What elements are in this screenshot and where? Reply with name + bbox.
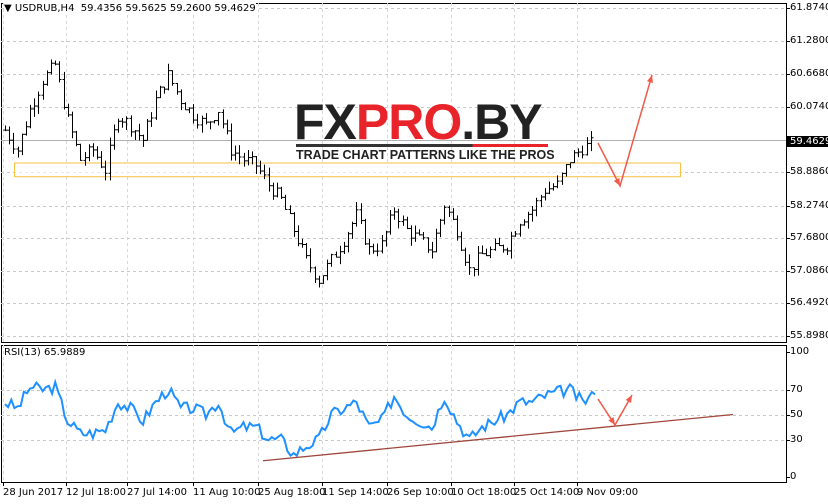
price-tick-label: 56.4920 [790,296,828,308]
time-tick-label: 27 Jul 14:00 [127,487,187,498]
rsi-tick-label: 50 [790,408,803,420]
chart-title[interactable]: ▼ USDRUB,H4 59.4356 59.5625 59.2600 59.4… [4,3,256,14]
price-tick-label: 61.8740 [790,1,828,13]
time-tick-label: 11 Aug 10:00 [193,487,261,498]
price-tick-label: 58.2740 [790,199,828,211]
logo-text-by: .BY [461,94,542,150]
time-tick-label: 12 Jul 18:00 [66,487,126,498]
current-price-label: 59.4629 [787,136,828,147]
price-tick-label: 57.0860 [790,264,828,276]
rsi-tick-label: 70 [790,383,803,395]
time-tick-label: 10 Oct 18:00 [451,487,517,498]
price-tick-label: 55.8980 [790,329,828,341]
logo-tagline: TRADE CHART PATTERNS LIKE THE PROS [296,148,555,162]
chart-canvas [1,3,790,486]
time-tick-label: 25 Oct 14:00 [514,487,580,498]
rsi-panel-frame [1,345,787,483]
price-tick-label: 57.6800 [790,231,828,243]
time-tick-label: 11 Sep 14:00 [322,487,389,498]
rsi-tick-label: 100 [790,345,810,357]
fxpro-watermark-logo: FXPRO.BY TRADE CHART PATTERNS LIKE THE P… [294,94,555,164]
time-tick-label: 25 Aug 18:00 [258,487,326,498]
support-zone [14,162,681,178]
price-tick-label: 58.8860 [790,165,828,177]
time-tick-label: 28 Jun 2017 [3,487,64,498]
rsi-tick-label: 30 [790,433,803,445]
time-tick-label: 26 Sep 10:00 [387,487,454,498]
ohlc-values: 59.4356 59.5625 59.2600 59.4629 [80,3,256,14]
rsi-tick-label: 0 [790,470,797,482]
logo-text-pro: PRO [355,94,462,150]
time-tick-label: 9 Nov 09:00 [577,487,639,498]
logo-underline [296,144,548,147]
price-tick-label: 60.6680 [790,67,828,79]
price-tick-label: 60.0740 [790,100,828,112]
price-tick-label: 61.2800 [790,34,828,46]
dropdown-triangle-icon[interactable]: ▼ [4,3,15,14]
symbol-label: USDRUB,H4 [14,3,75,14]
rsi-title: RSI(13) 65.9889 [4,347,86,358]
logo-text-fx: FX [294,94,357,150]
